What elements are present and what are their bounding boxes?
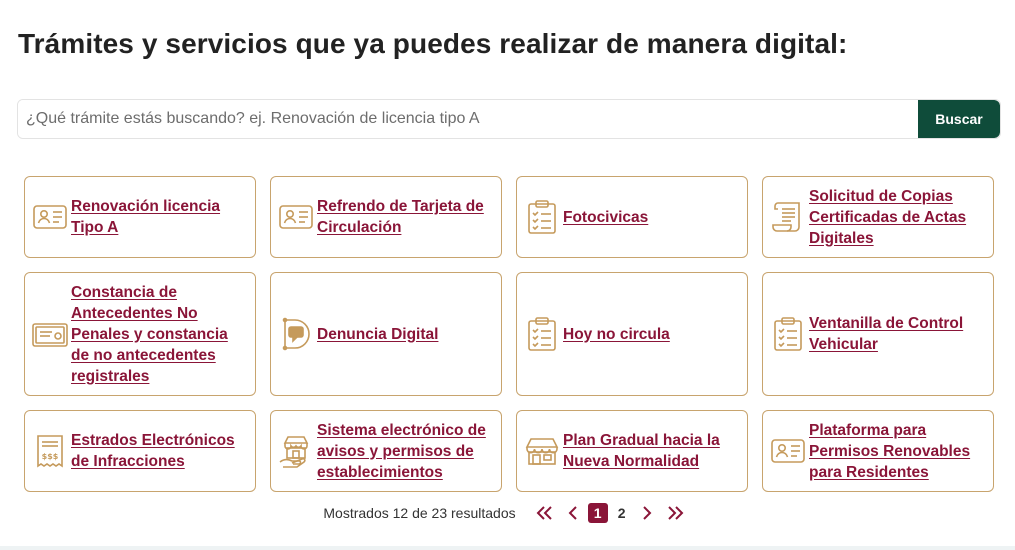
receipt-icon: $$$ [31, 432, 69, 470]
service-link[interactable]: Refrendo de Tarjeta de Circulación [317, 196, 493, 238]
page-2-button[interactable]: 2 [612, 503, 632, 523]
chevron-right-icon [642, 506, 652, 520]
service-link[interactable]: Plataforma para Permisos Renovables para… [809, 420, 985, 483]
service-link[interactable]: Plan Gradual hacia la Nueva Normalidad [563, 430, 739, 472]
service-link[interactable]: Denuncia Digital [317, 324, 438, 345]
service-card-ventanilla-control[interactable]: Ventanilla de Control Vehicular [762, 272, 994, 396]
service-card-copias-certificadas[interactable]: Solicitud de Copias Certificadas de Acta… [762, 176, 994, 258]
double-chevron-right-icon [667, 506, 684, 520]
page-title: Trámites y servicios que ya puedes reali… [18, 28, 848, 59]
pagination: Mostrados 12 de 23 resultados 1 2 [0, 503, 1015, 523]
service-link[interactable]: Estrados Electrónicos de Infracciones [71, 430, 247, 472]
storefront-icon [523, 432, 561, 470]
service-card-plataforma-permisos[interactable]: Plataforma para Permisos Renovables para… [762, 410, 994, 492]
clipboard-checklist-icon [523, 198, 561, 236]
id-card-icon [769, 432, 807, 470]
certificate-icon [31, 315, 69, 353]
digital-report-icon [277, 315, 315, 353]
service-link[interactable]: Solicitud de Copias Certificadas de Acta… [809, 186, 985, 249]
first-page-button[interactable] [528, 505, 560, 521]
service-link[interactable]: Ventanilla de Control Vehicular [809, 313, 985, 355]
service-link[interactable]: Fotocivicas [563, 207, 648, 228]
service-card-refrendo-tarjeta[interactable]: Refrendo de Tarjeta de Circulación [270, 176, 502, 258]
id-card-icon [31, 198, 69, 236]
clipboard-checklist-icon [523, 315, 561, 353]
double-chevron-left-icon [536, 506, 552, 520]
service-card-renovacion-licencia[interactable]: Renovación licencia Tipo A [24, 176, 256, 258]
services-grid: Renovación licencia Tipo A Refrendo de T… [24, 176, 994, 492]
previous-page-button[interactable] [560, 505, 586, 521]
service-link[interactable]: Sistema electrónico de avisos y permisos… [317, 420, 493, 483]
page-1-button[interactable]: 1 [587, 503, 608, 523]
scroll-document-icon [769, 198, 807, 236]
service-card-plan-gradual[interactable]: Plan Gradual hacia la Nueva Normalidad [516, 410, 748, 492]
results-count: Mostrados 12 de 23 resultados [323, 505, 516, 521]
service-card-sistema-avisos[interactable]: Sistema electrónico de avisos y permisos… [270, 410, 502, 492]
id-card-icon [277, 198, 315, 236]
service-card-estrados-electronicos[interactable]: $$$ Estrados Electrónicos de Infraccione… [24, 410, 256, 492]
service-link[interactable]: Renovación licencia Tipo A [71, 196, 247, 238]
search-input[interactable] [18, 100, 918, 138]
search-button[interactable]: Buscar [918, 100, 1000, 138]
svg-text:$$$: $$$ [42, 452, 59, 461]
search-bar: Buscar [17, 99, 1001, 139]
chevron-left-icon [568, 506, 577, 520]
service-card-hoy-no-circula[interactable]: Hoy no circula [516, 272, 748, 396]
clipboard-checklist-icon [769, 315, 807, 353]
next-page-button[interactable] [634, 505, 660, 521]
service-link[interactable]: Hoy no circula [563, 324, 670, 345]
service-card-denuncia-digital[interactable]: Denuncia Digital [270, 272, 502, 396]
footer-divider [0, 546, 1015, 550]
last-page-button[interactable] [660, 505, 692, 521]
store-hand-icon [277, 432, 315, 470]
service-card-constancia-antecedentes[interactable]: Constancia de Antecedentes No Penales y … [24, 272, 256, 396]
service-link[interactable]: Constancia de Antecedentes No Penales y … [71, 282, 247, 387]
service-card-fotocivicas[interactable]: Fotocivicas [516, 176, 748, 258]
